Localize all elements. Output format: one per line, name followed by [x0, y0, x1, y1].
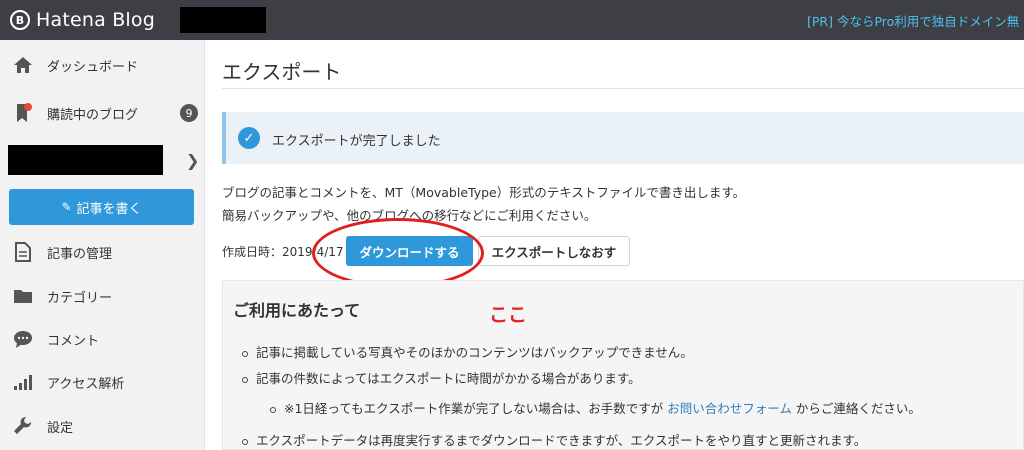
logo-text: Hatena Blog — [36, 9, 155, 31]
unread-count-badge: 9 — [180, 104, 198, 122]
sidebar-item-dashboard[interactable]: ダッシュボード — [0, 45, 205, 85]
hatena-blog-logo[interactable]: B Hatena Blog — [10, 7, 155, 33]
bullet-text: エクスポートデータは再度実行するまでダウンロードできますが、エクスポートをやり直… — [256, 433, 867, 448]
redacted-blog-name — [180, 7, 266, 33]
bar-chart-icon — [13, 372, 33, 392]
check-circle-icon: ✓ — [238, 127, 260, 149]
document-icon — [13, 242, 33, 262]
comment-icon — [13, 329, 33, 349]
logo-mark-icon: B — [10, 10, 30, 30]
home-icon — [13, 55, 33, 75]
description-line-1: ブログの記事とコメントを、MT（MovableType）形式のテキストファイルで… — [222, 185, 746, 200]
sidebar-item-label: 設定 — [47, 420, 74, 436]
pr-link[interactable]: [PR] 今ならPro利用で独自ドメイン無 — [807, 11, 1024, 30]
sub-bullet-suffix: からご連絡ください。 — [795, 401, 921, 416]
sidebar-item-categories[interactable]: カテゴリー — [0, 276, 205, 316]
sidebar: ダッシュボード 購読中のブログ 9 ❯ ✎ 記事を書く 記事の管理 カテゴリー … — [0, 40, 205, 450]
bullet-icon — [242, 376, 248, 383]
bullet-text: 記事に掲載している写真やそのほかのコンテンツはバックアップできません。 — [256, 345, 693, 360]
bookmark-icon — [13, 103, 33, 123]
sidebar-item-label: 記事の管理 — [47, 246, 113, 262]
bullet-text: 記事の件数によってはエクスポートに時間がかかる場合があります。 — [256, 371, 641, 386]
sidebar-item-label: 購読中のブログ — [47, 107, 139, 123]
bullet-icon — [242, 350, 248, 357]
notice-bullet-2: 記事の件数によってはエクスポートに時間がかかる場合があります。 — [242, 368, 641, 387]
success-message: エクスポートが完了しました — [272, 134, 441, 149]
sub-bullet-prefix: ※1日経ってもエクスポート作業が完了しない場合は、お手数ですが — [284, 401, 664, 416]
write-button-label: 記事を書く — [76, 201, 142, 217]
top-bar: B Hatena Blog [PR] 今ならPro利用で独自ドメイン無 — [0, 0, 1024, 40]
annotation-text: ここ — [489, 304, 528, 326]
sidebar-item-label: カテゴリー — [47, 290, 113, 306]
write-article-button[interactable]: ✎ 記事を書く — [9, 189, 194, 225]
sidebar-item-settings[interactable]: 設定 — [0, 406, 205, 446]
re-export-button[interactable]: エクスポートしなおす — [478, 236, 630, 266]
bullet-icon — [270, 406, 276, 413]
success-alert: ✓ エクスポートが完了しました — [222, 112, 1024, 164]
sidebar-item-articles[interactable]: 記事の管理 — [0, 232, 205, 272]
notice-bullet-3: エクスポートデータは再度実行するまでダウンロードできますが、エクスポートをやり直… — [242, 430, 866, 449]
sidebar-item-comments[interactable]: コメント — [0, 319, 205, 359]
highlight-circle-annotation — [312, 218, 484, 288]
sidebar-item-label: ダッシュボード — [47, 59, 139, 75]
chevron-right-icon[interactable]: ❯ — [186, 151, 199, 170]
sidebar-item-label: コメント — [47, 333, 100, 349]
sidebar-item-label: アクセス解析 — [47, 376, 125, 392]
wrench-icon — [13, 416, 33, 436]
sidebar-item-subscriptions[interactable]: 購読中のブログ 9 — [0, 93, 205, 133]
contact-form-link[interactable]: お問い合わせフォーム — [667, 401, 792, 416]
title-divider — [222, 88, 1024, 89]
edit-icon: ✎ — [61, 200, 72, 214]
bullet-icon — [242, 438, 248, 445]
redacted-blog-selector[interactable] — [8, 145, 163, 175]
notice-sub-bullet: ※1日経ってもエクスポート作業が完了しない場合は、お手数ですが お問い合わせフォ… — [270, 398, 921, 417]
folder-icon — [13, 286, 33, 306]
notice-bullet-1: 記事に掲載している写真やそのほかのコンテンツはバックアップできません。 — [242, 342, 693, 361]
sidebar-item-analytics[interactable]: アクセス解析 — [0, 362, 205, 402]
page-title: エクスポート — [222, 60, 342, 84]
notice-title: ご利用にあたって — [233, 301, 361, 320]
usage-notice-panel: ご利用にあたって — [222, 280, 1024, 450]
